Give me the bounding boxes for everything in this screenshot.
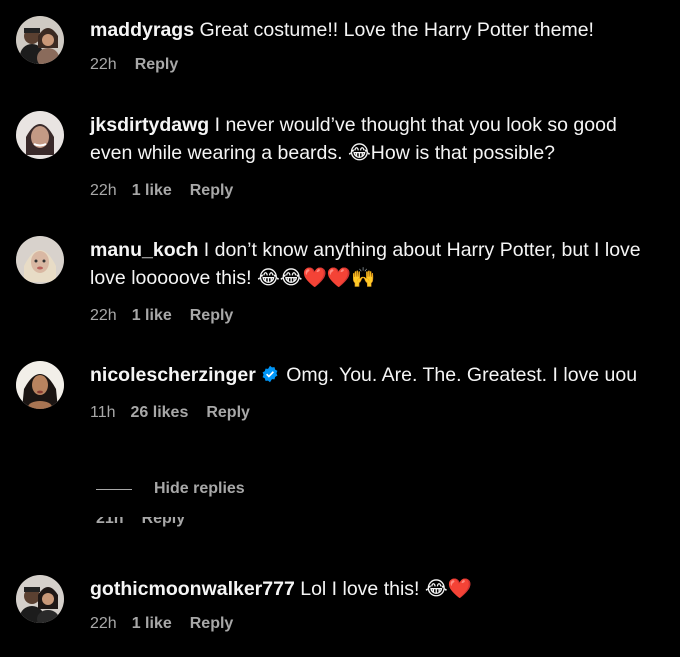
comment-timestamp: 22h bbox=[90, 307, 117, 324]
avatar[interactable] bbox=[16, 111, 64, 159]
like-count[interactable]: 1 like bbox=[132, 615, 172, 633]
reply-button[interactable]: Reply bbox=[190, 182, 234, 200]
comment-text: Great costume!! Love the Harry Potter th… bbox=[199, 19, 594, 41]
avatar[interactable] bbox=[16, 236, 64, 284]
reply-button[interactable]: Reply bbox=[190, 615, 234, 633]
avatar[interactable] bbox=[16, 16, 64, 64]
comment-timestamp: 22h bbox=[90, 182, 117, 199]
hide-replies-button[interactable]: Hide replies bbox=[96, 480, 245, 498]
like-count[interactable]: 1 like bbox=[132, 182, 172, 200]
divider-line bbox=[96, 488, 132, 490]
reply-button[interactable]: Reply bbox=[135, 56, 179, 74]
comment-timestamp: 22h bbox=[90, 615, 117, 632]
comment-username[interactable]: jksdirtydawg bbox=[90, 114, 209, 136]
comment-text: Lol I love this! 😂❤️ bbox=[300, 578, 472, 600]
verified-badge-icon bbox=[262, 365, 278, 383]
reply-button[interactable]: Reply bbox=[206, 404, 250, 422]
comment-username[interactable]: manu_koch bbox=[90, 239, 198, 261]
like-count[interactable]: 26 likes bbox=[131, 404, 189, 422]
comment-username[interactable]: gothicmoonwalker777 bbox=[90, 578, 295, 600]
reply-button[interactable]: Reply bbox=[190, 307, 234, 325]
comment-timestamp: 11h bbox=[90, 404, 116, 421]
avatar[interactable] bbox=[16, 361, 64, 409]
like-count[interactable]: 1 like bbox=[132, 307, 172, 325]
comment-text: Omg. You. Are. The. Greatest. I love uou bbox=[286, 364, 638, 386]
clipped-reply-meta: 21h Reply bbox=[96, 517, 216, 536]
comment-timestamp: 22h bbox=[90, 56, 117, 73]
comment-username[interactable]: nicolescherzinger bbox=[90, 364, 256, 386]
comment-timestamp: 21h bbox=[96, 517, 124, 527]
avatar[interactable] bbox=[16, 575, 64, 623]
comment-username[interactable]: maddyrags bbox=[90, 19, 194, 41]
hide-replies-label: Hide replies bbox=[154, 480, 245, 497]
reply-button[interactable]: Reply bbox=[142, 517, 186, 528]
